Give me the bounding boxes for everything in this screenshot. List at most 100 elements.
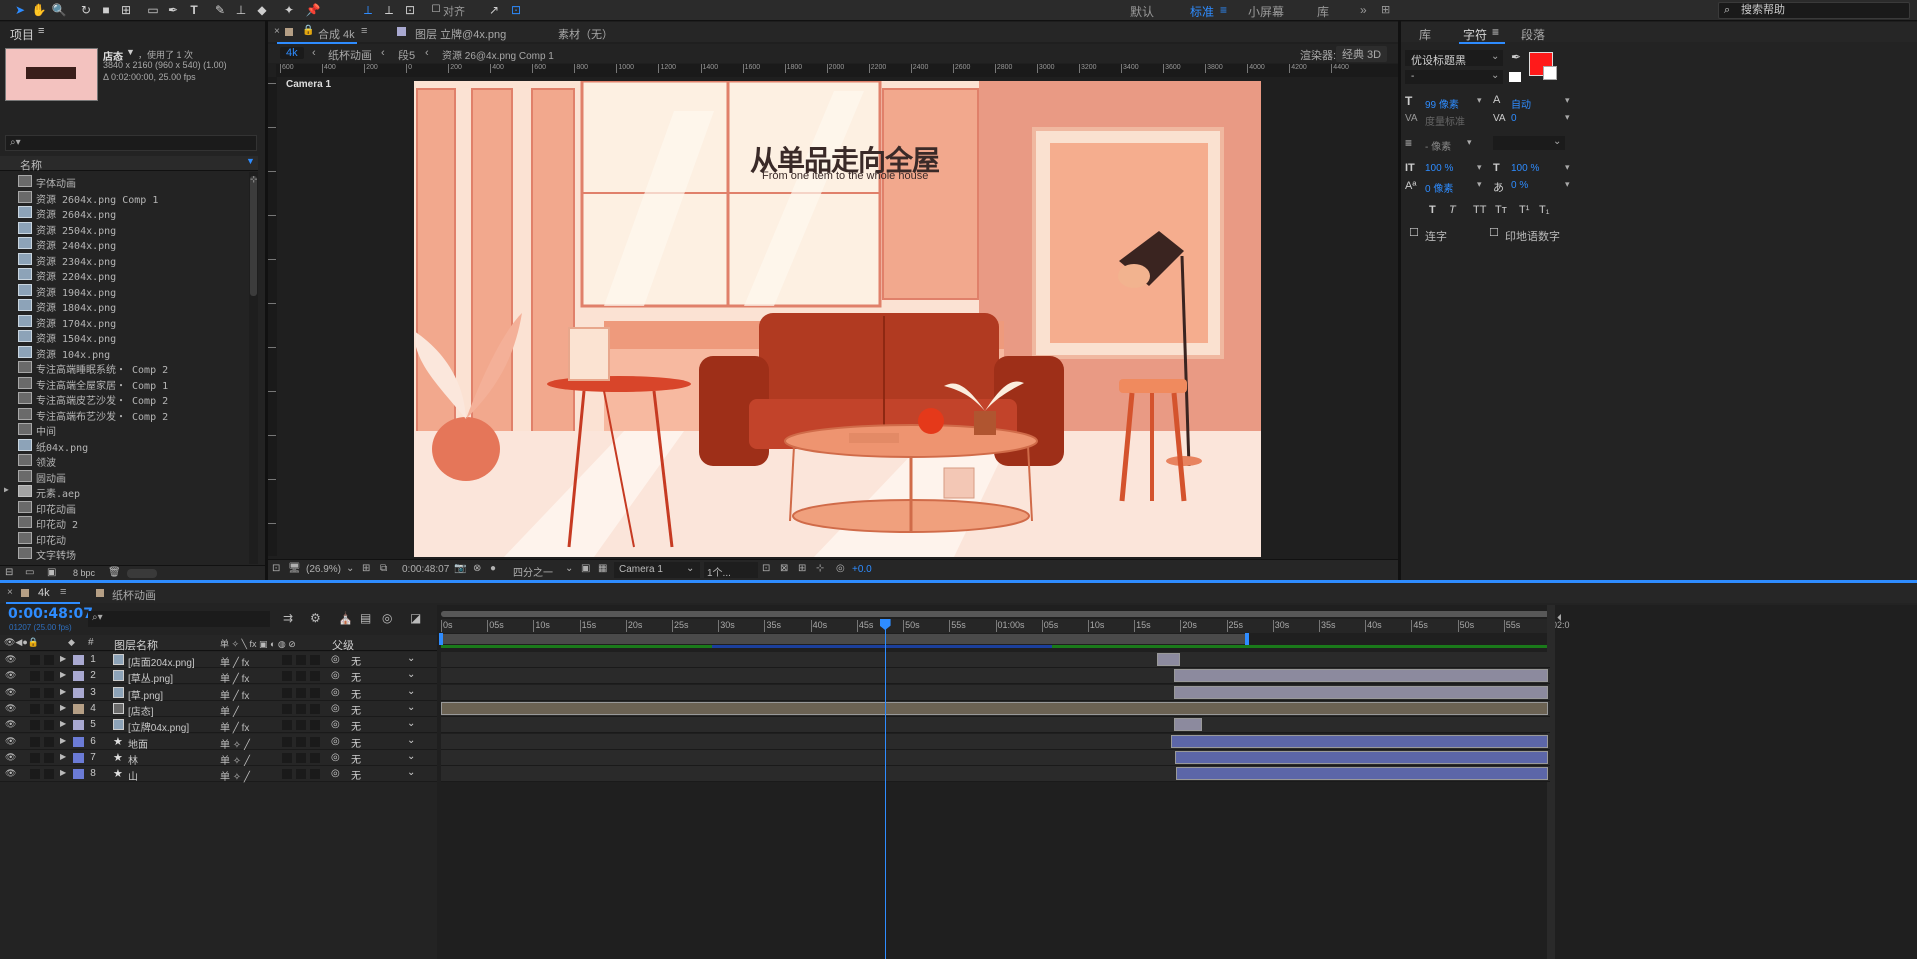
comp-flowchart-icon[interactable]: ⇉ <box>283 611 293 625</box>
workspace-more-icon[interactable]: » <box>1360 3 1367 17</box>
eyedropper-icon[interactable]: ✒ <box>1511 50 1521 64</box>
parent-pickwhip-icon[interactable]: ◎ <box>331 687 340 698</box>
layer-switches[interactable]: 单 ╱ fx <box>220 670 249 685</box>
workspace-standard[interactable]: 标准 <box>1190 3 1214 20</box>
composition-canvas[interactable]: 从单品走向全屋 From one item to the whole house <box>414 81 1261 557</box>
label-color-chip[interactable] <box>73 736 84 747</box>
layer-name[interactable]: 林 <box>128 752 138 767</box>
flowchart-icon[interactable]: ⊹ <box>816 563 824 574</box>
lock-icon[interactable]: 🔒 <box>302 25 314 36</box>
stroke-color-swatch[interactable] <box>1543 66 1557 80</box>
show-snapshot-icon[interactable]: ⊗ <box>473 563 481 574</box>
new-comp-icon[interactable]: ▣ <box>47 567 56 578</box>
tab-menu-icon[interactable]: ≡ <box>60 586 66 598</box>
layer-name[interactable]: [草丛.png] <box>128 670 173 685</box>
flowchart-icon[interactable]: ⊹ <box>250 174 258 185</box>
preview-icon[interactable]: 🖥 <box>288 563 301 574</box>
label-tag-icon[interactable]: ◆ <box>68 637 75 648</box>
lock-switch[interactable] <box>44 655 54 665</box>
tab-layer[interactable]: 图层 立牌@4x.png <box>415 26 506 42</box>
lock-switch[interactable] <box>44 720 54 731</box>
subscript-button[interactable]: T₁ <box>1539 204 1549 216</box>
layer-name[interactable]: [立牌04x.png] <box>128 719 189 734</box>
layer-row[interactable]: 👁 ▶ 8 ★ 山单 ✧ ╱ ◎ 无 ⌄ <box>0 766 437 783</box>
snap-checkbox[interactable]: ☐ <box>428 2 444 18</box>
switch-box[interactable] <box>296 655 306 665</box>
mask-visibility-icon[interactable]: ⧉ <box>380 563 387 574</box>
switch-box[interactable] <box>310 703 320 714</box>
eraser-tool-icon[interactable]: ◆ <box>254 2 270 18</box>
motion-blur-icon[interactable]: ◎ <box>382 611 392 625</box>
expand-triangle-icon[interactable]: ▶ <box>60 687 66 696</box>
parent-pickwhip-icon[interactable]: ◎ <box>331 670 340 681</box>
graph-editor-icon[interactable]: ◪ <box>410 611 421 625</box>
viewer-timecode[interactable]: 0:00:48:07 <box>402 564 449 575</box>
parent-select[interactable]: 无 ⌄ <box>347 767 419 782</box>
column-name-header[interactable]: 名称 <box>20 157 42 173</box>
visibility-eye-icon[interactable]: 👁 <box>5 670 16 681</box>
switch-box[interactable] <box>282 671 292 682</box>
font-family-select[interactable]: 优设标题黑 ⌄ <box>1405 50 1503 67</box>
layer-row[interactable]: 👁 ▶ 7 ★ 林单 ✧ ╱ ◎ 无 ⌄ <box>0 749 437 767</box>
clone-stamp-tool-icon[interactable]: ⊥ <box>233 2 249 18</box>
layer-duration-bar[interactable] <box>1174 718 1202 732</box>
layer-switches[interactable]: 单 ✧ ╱ <box>220 736 250 751</box>
playhead-line[interactable] <box>884 619 886 959</box>
layer-switches[interactable]: 单 ✧ ╱ <box>220 752 250 767</box>
visibility-eye-icon[interactable]: 👁 <box>5 736 16 747</box>
parent-select[interactable]: 无 ⌄ <box>347 735 419 750</box>
layer-switches[interactable]: 单 ╱ fx <box>220 687 249 702</box>
sort-chevron-icon[interactable]: ▼ <box>246 156 255 166</box>
roto-brush-tool-icon[interactable]: ✦ <box>281 2 297 18</box>
chevron-down-icon[interactable]: ▾ <box>1477 162 1482 173</box>
layer-switches[interactable]: 单 ╱ fx <box>220 719 249 734</box>
vertical-scale-value[interactable]: 100 % <box>1425 163 1453 174</box>
chevron-down-icon[interactable]: ▾ <box>1467 137 1472 148</box>
visibility-eye-icon[interactable]: 👁 <box>5 752 16 763</box>
resolution-chevron-icon[interactable]: ⌄ <box>565 563 573 574</box>
tab-menu-icon[interactable]: ≡ <box>1492 25 1499 39</box>
disclosure-triangle-icon[interactable]: ▶ <box>4 485 9 494</box>
expand-triangle-icon[interactable]: ▶ <box>60 670 66 679</box>
parent-select[interactable]: 无 ⌄ <box>347 669 419 684</box>
solo-switch[interactable] <box>30 720 40 731</box>
label-color-chip[interactable] <box>73 720 84 731</box>
switch-box[interactable] <box>282 720 292 731</box>
pan-behind-tool-icon[interactable]: ⊞ <box>118 2 134 18</box>
switch-box[interactable] <box>310 687 320 698</box>
parent-pickwhip-icon[interactable]: ◎ <box>331 736 340 747</box>
resolution-dropdown[interactable]: 四分之一 <box>513 564 553 579</box>
parent-pickwhip-icon[interactable]: ◎ <box>331 703 340 714</box>
switch-box[interactable] <box>282 752 292 763</box>
switch-box[interactable] <box>282 687 292 698</box>
layer-name[interactable]: 山 <box>128 768 138 783</box>
solo-switch[interactable] <box>30 769 40 780</box>
delete-icon[interactable]: 🗑 <box>108 567 121 578</box>
work-area-end-handle[interactable] <box>1245 633 1249 645</box>
layer-duration-bar[interactable] <box>1176 767 1548 781</box>
switch-box[interactable] <box>296 703 306 714</box>
view-axis-icon[interactable]: ⊡ <box>402 2 418 18</box>
timeline-timecode[interactable]: 0:00:48:07 <box>8 606 93 622</box>
solo-switch[interactable] <box>30 736 40 747</box>
local-axis-icon[interactable]: ⟂ <box>360 2 376 18</box>
close-tab-icon[interactable]: × <box>274 26 280 37</box>
layer-switches[interactable]: 单 ╱ <box>220 703 239 718</box>
lock-switch[interactable] <box>44 687 54 698</box>
layer-row[interactable]: 👁 ▶ 1 [店面204x.png] 单 ╱ fx ◎ 无 ⌄ <box>0 652 437 669</box>
label-color-chip[interactable] <box>73 655 84 665</box>
snapshot-icon[interactable]: 📷 <box>454 563 466 574</box>
layer-switches[interactable]: 单 ✧ ╱ <box>220 768 250 783</box>
solo-switch[interactable] <box>30 752 40 763</box>
tab-character[interactable]: 字符 <box>1463 26 1487 43</box>
view-layout-dropdown[interactable]: 1个... <box>704 562 758 579</box>
layer-duration-bar[interactable] <box>1175 750 1548 764</box>
rectangle-tool-icon[interactable]: ▭ <box>145 2 161 18</box>
switch-box[interactable] <box>296 671 306 682</box>
chevron-down-icon[interactable]: ▾ <box>1477 179 1482 190</box>
kerning-value[interactable]: 度量标准 <box>1425 113 1465 128</box>
all-caps-button[interactable]: TT <box>1473 204 1486 216</box>
layer-duration-bar[interactable] <box>1174 685 1548 699</box>
shy-layers-icon[interactable]: ⛪ <box>338 611 353 625</box>
camera-view-dropdown[interactable]: Camera 1 ⌄ <box>614 562 700 578</box>
